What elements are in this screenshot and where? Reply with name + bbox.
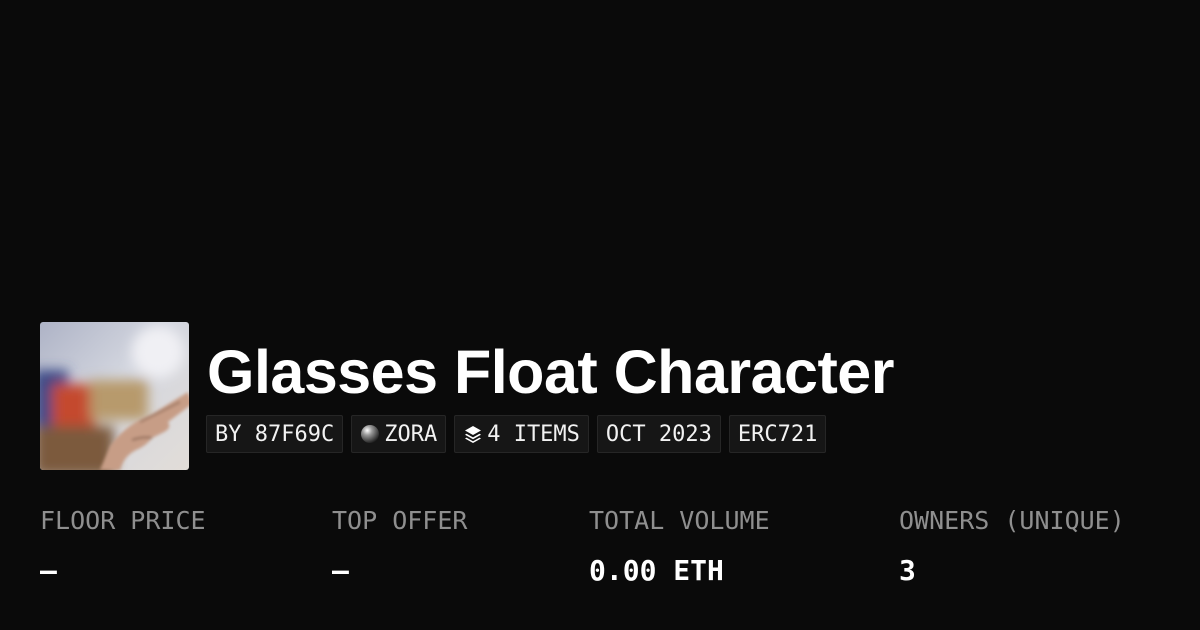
- floor-price-stat: FLOOR PRICE –: [40, 504, 206, 588]
- zora-orb-icon: [360, 424, 380, 444]
- layers-icon: [463, 424, 483, 444]
- date-tag-label: OCT 2023: [605, 421, 712, 447]
- top-offer-label: TOP OFFER: [332, 506, 468, 535]
- chain-tag-label: ZORA: [384, 421, 438, 447]
- collection-tags: BY 87F69C ZORA 4 ITEMS OCT 2023 ERC721: [206, 415, 827, 453]
- collection-title: Glasses Float Character: [207, 338, 894, 406]
- items-tag-label: 4 ITEMS: [487, 421, 580, 447]
- floor-price-value: –: [40, 554, 57, 587]
- total-volume-label: TOTAL VOLUME: [589, 506, 770, 535]
- top-offer-stat: TOP OFFER –: [332, 504, 467, 588]
- items-tag[interactable]: 4 ITEMS: [454, 415, 589, 453]
- owners-value: 3: [899, 554, 916, 587]
- floor-price-label: FLOOR PRICE: [40, 506, 206, 535]
- total-volume-stat: TOTAL VOLUME 0.00 ETH: [589, 504, 770, 588]
- owners-stat: OWNERS (UNIQUE) 3: [899, 504, 1125, 588]
- chain-tag[interactable]: ZORA: [351, 415, 447, 453]
- top-offer-value: –: [332, 554, 349, 587]
- standard-tag: ERC721: [728, 415, 827, 453]
- creator-tag-label: BY 87F69C: [215, 421, 335, 447]
- total-volume-value: 0.00 ETH: [589, 554, 724, 587]
- creator-tag[interactable]: BY 87F69C: [206, 415, 344, 453]
- owners-label: OWNERS (UNIQUE): [899, 506, 1125, 535]
- collection-card: Glasses Float Character BY 87F69C ZORA 4…: [0, 0, 1200, 630]
- standard-tag-label: ERC721: [737, 421, 818, 447]
- collection-thumbnail: [40, 322, 189, 470]
- date-tag: OCT 2023: [596, 415, 721, 453]
